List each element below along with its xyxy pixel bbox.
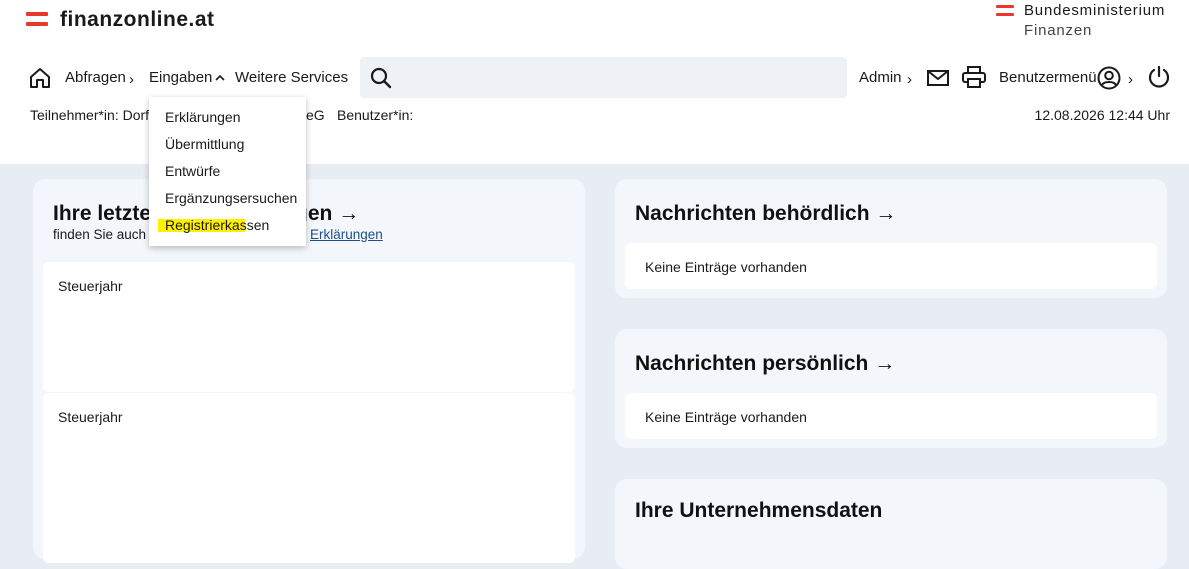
mail-icon[interactable]: [927, 70, 949, 86]
home-icon[interactable]: [28, 66, 52, 90]
user-icon[interactable]: [1097, 66, 1121, 90]
empty-panel: Keine Einträge vorhanden: [625, 393, 1157, 439]
menu-item-erklaerungen[interactable]: Erklärungen: [165, 109, 241, 125]
menu-item-entwuerfe[interactable]: Entwürfe: [165, 163, 220, 179]
arrow-right-icon: →: [874, 352, 896, 375]
printer-icon[interactable]: [962, 66, 986, 88]
search-input[interactable]: [360, 57, 847, 98]
search-icon[interactable]: [370, 67, 392, 89]
empty-message: Keine Einträge vorhanden: [645, 409, 807, 425]
letzte-erklaerungen-card: Ihre letzte gen → finden Sie auch Erklär…: [33, 179, 585, 563]
logo-text[interactable]: finanzonline.at: [60, 8, 215, 32]
empty-panel: Keine Einträge vorhanden: [625, 243, 1157, 289]
erklaerungen-link[interactable]: Erklärungen: [310, 227, 383, 242]
menu-item-ergaenzungsersuchen[interactable]: Ergänzungsersuchen: [165, 190, 297, 206]
ministry-name-sub: Finanzen: [1024, 22, 1093, 39]
card-title-unternehmensdaten: Ihre Unternehmensdaten: [635, 499, 883, 522]
chevron-right-icon: ›: [1128, 71, 1133, 88]
steuerjahr-panel: Steuerjahr: [43, 393, 575, 563]
arrow-right-icon: →: [338, 202, 360, 225]
chevron-up-icon[interactable]: [214, 73, 226, 83]
steuerjahr-panel: Steuerjahr: [43, 262, 575, 392]
card-title-text: Nachrichten behördlich: [635, 202, 870, 225]
dropdown-items-layer: Erklärungen Übermittlung Entwürfe Ergänzung…: [149, 97, 306, 246]
card-subtitle: finden Sie auch: [53, 227, 147, 242]
steuerjahr-label: Steuerjahr: [58, 278, 123, 294]
power-icon[interactable]: [1147, 65, 1171, 89]
teilnehmer-tail: eG: [306, 107, 325, 123]
card-title-text: Nachrichten persönlich: [635, 352, 869, 375]
teilnehmer-label: Teilnehmer*in: Dorf: [30, 107, 150, 123]
nav-benutzermenu[interactable]: Benutzermenü: [999, 69, 1097, 86]
card-title-text: Ihre letzte: [53, 202, 152, 225]
unternehmensdaten-card: Ihre Unternehmensdaten: [615, 479, 1167, 569]
card-title-persoenlich[interactable]: Nachrichten persönlich →: [635, 352, 895, 376]
current-datetime: 12.08.2026 12:44 Uhr: [1034, 107, 1170, 123]
benutzer-label: Benutzer*in:: [337, 107, 414, 123]
chevron-right-icon: ›: [129, 71, 134, 88]
arrow-right-icon: →: [875, 202, 897, 225]
card-title-behoerdlich[interactable]: Nachrichten behördlich →: [635, 202, 896, 226]
menu-item-uebermittlung[interactable]: Übermittlung: [165, 136, 244, 152]
nav-weitere-services[interactable]: Weitere Services: [235, 69, 348, 86]
steuerjahr-label: Steuerjahr: [58, 409, 123, 425]
nachrichten-persoenlich-card: Nachrichten persönlich → Keine Einträge …: [615, 329, 1167, 448]
nav-abfragen[interactable]: Abfragen: [65, 69, 126, 86]
menu-item-registrierkassen[interactable]: Registrierkassen: [165, 217, 269, 233]
nav-admin[interactable]: Admin: [859, 69, 902, 86]
chevron-right-icon: ›: [907, 71, 912, 88]
austria-flag-icon: [26, 12, 48, 27]
ministry-name: Bundesministerium: [1024, 2, 1166, 19]
empty-message: Keine Einträge vorhanden: [645, 259, 807, 275]
ministry-flag-icon: [996, 5, 1014, 19]
nav-eingaben[interactable]: Eingaben: [149, 69, 212, 86]
card-title-letzte[interactable]: Ihre letzte: [53, 202, 151, 226]
nachrichten-behoerdlich-card: Nachrichten behördlich → Keine Einträge …: [615, 179, 1167, 298]
